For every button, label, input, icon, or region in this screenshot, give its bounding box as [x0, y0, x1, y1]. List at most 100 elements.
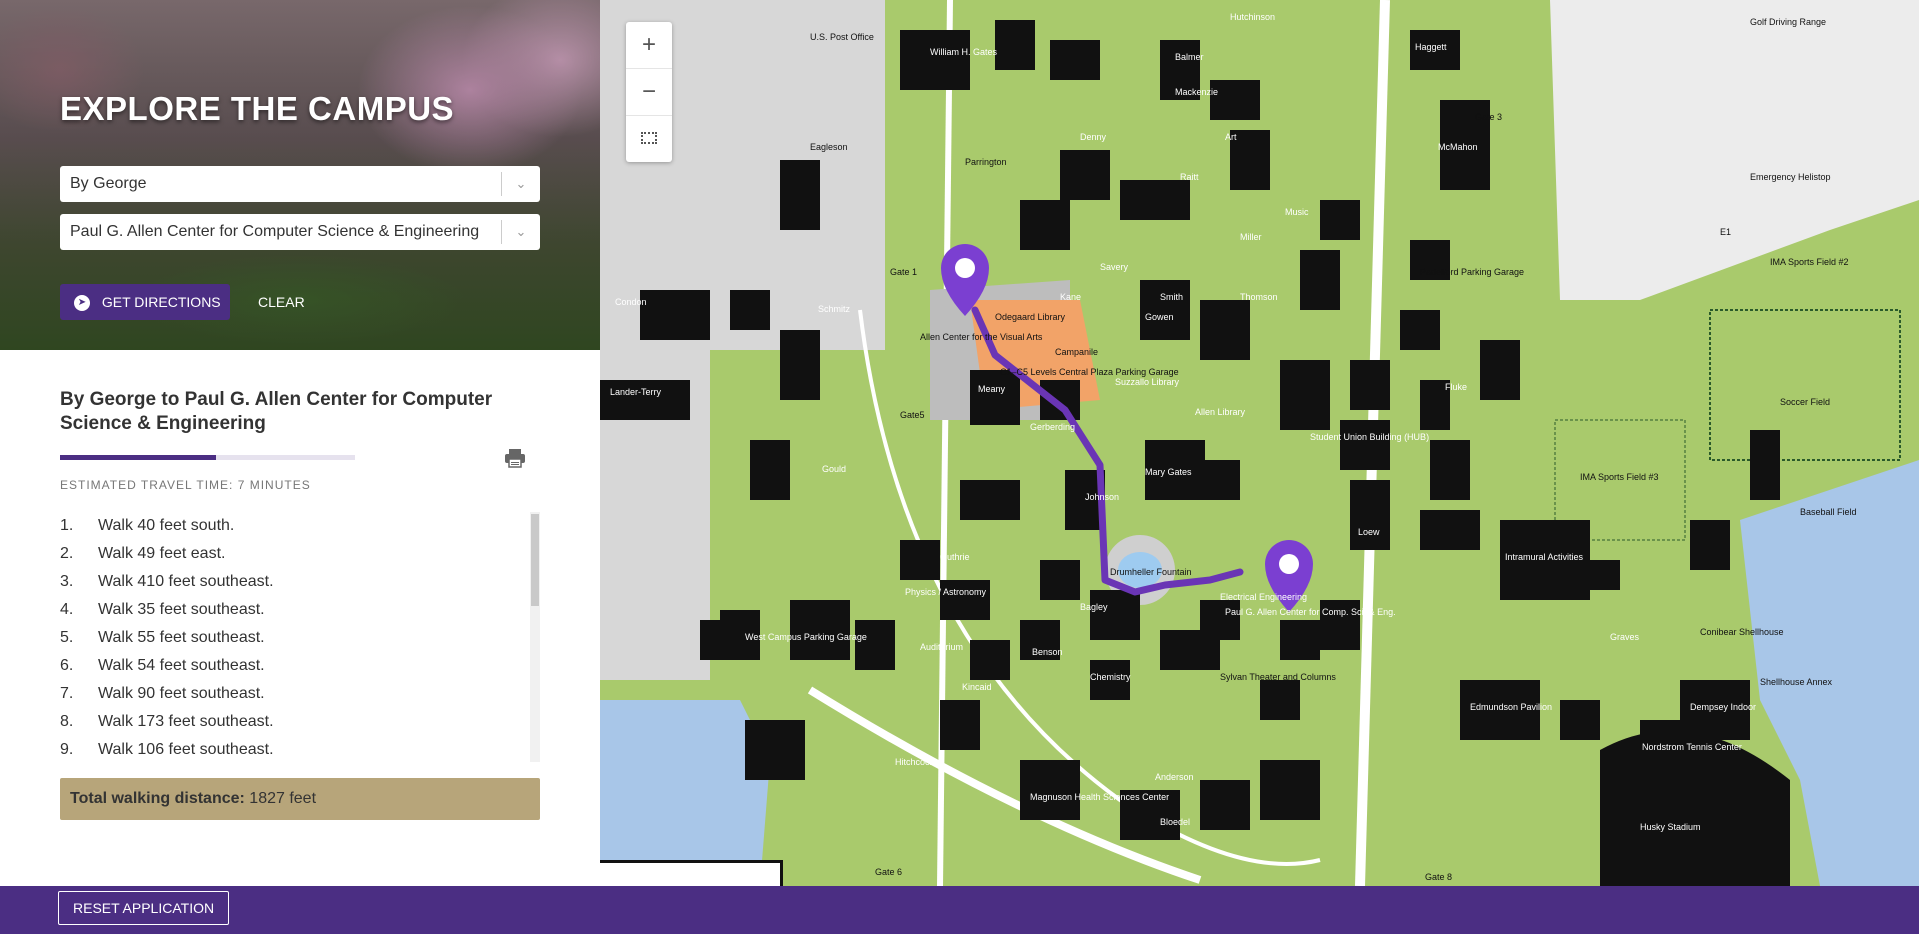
label-bloedel: Bloedel	[1160, 817, 1190, 827]
label-mackenzie: Mackenzie	[1175, 87, 1218, 97]
label-drumheller: Drumheller Fountain	[1110, 567, 1192, 577]
total-distance-value: 1827 feet	[249, 790, 317, 807]
label-raitt: Raitt	[1180, 172, 1199, 182]
label-miller: Miller	[1240, 232, 1262, 242]
label-gould: Gould	[822, 464, 846, 474]
print-icon[interactable]	[504, 448, 526, 468]
label-gowen: Gowen	[1145, 312, 1174, 322]
label-gate-8: Gate 8	[1425, 872, 1452, 882]
label-odegaard: Odegaard Library	[995, 312, 1066, 322]
label-campanile: Campanile	[1055, 347, 1098, 357]
label-suzzallo: Suzzallo Library	[1115, 377, 1180, 387]
destination-select-value: Paul G. Allen Center for Computer Scienc…	[70, 223, 480, 240]
direction-step: 5. Walk 55 feet southeast.	[60, 624, 520, 652]
label-allen-visual: Allen Center for the Visual Arts	[920, 332, 1043, 342]
step-number: 8.	[60, 713, 74, 730]
label-shellhouse: Shellhouse Annex	[1760, 677, 1833, 687]
label-bagley: Bagley	[1080, 602, 1108, 612]
water-portage-bay	[600, 700, 770, 886]
zoom-out-button[interactable]: −	[626, 68, 672, 116]
label-physics: Physics / Astronomy	[905, 587, 987, 597]
page-title: EXPLORE THE CAMPUS	[60, 90, 455, 127]
step-text: Walk 40 feet south.	[98, 517, 235, 534]
label-post-office: U.S. Post Office	[810, 32, 874, 42]
travel-time: ESTIMATED TRAVEL TIME: 7 MINUTES	[60, 478, 311, 492]
route-progress-fill	[60, 455, 217, 460]
label-schmitz: Schmitz	[818, 304, 851, 314]
directions-panel: EXPLORE THE CAMPUS By George ⌄ Paul G. A…	[0, 0, 600, 886]
label-meany: Meany	[978, 384, 1006, 394]
map-canvas[interactable]: William H. Gates Allen Center for the Vi…	[600, 0, 1919, 886]
steps-scrollbar[interactable]	[530, 512, 540, 762]
label-soccer: Soccer Field	[1780, 397, 1830, 407]
destination-select[interactable]: Paul G. Allen Center for Computer Scienc…	[60, 214, 540, 250]
reset-application-button[interactable]: RESET APPLICATION	[58, 891, 230, 925]
campus-map[interactable]: William H. Gates Allen Center for the Vi…	[600, 0, 1919, 886]
label-art: Art	[1225, 132, 1237, 142]
label-west-garage: West Campus Parking Garage	[745, 632, 867, 642]
origin-select[interactable]: By George ⌄	[60, 166, 540, 202]
direction-step: 6. Walk 54 feet southeast.	[60, 652, 520, 680]
zoom-to-extent-button[interactable]	[626, 114, 672, 160]
label-dempsey: Dempsey Indoor	[1690, 702, 1756, 712]
zoom-in-button[interactable]: +	[626, 22, 672, 68]
label-hitchcock: Hitchcock	[895, 757, 935, 767]
label-nordstrom: Nordstrom Tennis Center	[1642, 742, 1742, 752]
step-number: 5.	[60, 629, 74, 646]
label-auditorium: Auditorium	[920, 642, 963, 652]
label-chemistry: Chemistry	[1090, 672, 1131, 682]
label-husky: Husky Stadium	[1640, 822, 1701, 832]
label-ima-field: IMA Sports Field #2	[1770, 257, 1849, 267]
label-graves: Graves	[1610, 632, 1640, 642]
direction-step: 4. Walk 35 feet southeast.	[60, 596, 520, 624]
step-text: Walk 90 feet southeast.	[98, 685, 265, 702]
step-number: 4.	[60, 601, 74, 618]
direction-step: 9. Walk 106 feet southeast.	[60, 736, 520, 762]
extent-icon	[641, 132, 657, 144]
footer-bar: RESET APPLICATION	[0, 886, 1919, 934]
step-text: Walk 106 feet southeast.	[98, 741, 274, 758]
label-gerberding: Gerberding	[1030, 422, 1075, 432]
label-gate-3: Gate 3	[1475, 112, 1502, 122]
clear-button[interactable]: CLEAR	[258, 284, 305, 320]
label-allen-center: Paul G. Allen Center for Comp. Sci. & En…	[1225, 607, 1396, 617]
hero-banner: EXPLORE THE CAMPUS By George ⌄ Paul G. A…	[0, 0, 600, 350]
label-denny: Denny	[1080, 132, 1107, 142]
step-text: Walk 173 feet southeast.	[98, 713, 274, 730]
label-fluke: Fluke	[1445, 382, 1467, 392]
label-parrington: Parrington	[965, 157, 1007, 167]
steps-list: 1. Walk 40 feet south. 2. Walk 49 feet east…	[60, 512, 520, 762]
compass-icon: ➤	[74, 295, 90, 312]
label-johnson: Johnson	[1085, 492, 1119, 502]
label-mcmahon: McMahon	[1438, 142, 1478, 152]
directions-steps[interactable]: 1. Walk 40 feet south. 2. Walk 49 feet east…	[60, 512, 540, 762]
total-distance-box: Total walking distance: 1827 feet	[60, 778, 540, 820]
chevron-down-icon: ⌄	[501, 220, 540, 244]
step-text: Walk 54 feet southeast.	[98, 657, 265, 674]
label-benson: Benson	[1032, 647, 1063, 657]
label-guthrie: Guthrie	[940, 552, 970, 562]
direction-step: 3. Walk 410 feet southeast.	[60, 568, 520, 596]
label-condon: Condon	[615, 297, 647, 307]
label-anderson: Anderson	[1155, 772, 1194, 782]
step-number: 2.	[60, 545, 74, 562]
step-text: Walk 49 feet east.	[98, 545, 226, 562]
label-intramural: Intramural Activities	[1505, 552, 1584, 562]
get-directions-label: GET DIRECTIONS	[101, 294, 221, 310]
label-savery: Savery	[1100, 262, 1129, 272]
step-text: Walk 410 feet southeast.	[98, 573, 274, 590]
label-garage: C1–C5 Levels Central Plaza Parking Garag…	[1000, 367, 1179, 377]
origin-select-value: By George	[70, 175, 147, 192]
label-kincaid: Kincaid	[962, 682, 992, 692]
step-number: 1.	[60, 517, 74, 534]
step-text: Walk 55 feet southeast.	[98, 629, 265, 646]
chevron-down-icon: ⌄	[501, 172, 540, 196]
direction-step: 1. Walk 40 feet south.	[60, 512, 520, 540]
get-directions-button[interactable]: ➤ GET DIRECTIONS	[60, 284, 230, 320]
steps-scroll-thumb[interactable]	[531, 514, 539, 606]
label-conibear: Conibear Shellhouse	[1700, 627, 1784, 637]
label-thomson: Thomson	[1240, 292, 1278, 302]
label-baseball: Baseball Field	[1800, 507, 1857, 517]
label-sylvan: Sylvan Theater and Columns	[1220, 672, 1336, 682]
label-magnuson: Magnuson Health Sciences Center	[1030, 792, 1169, 802]
